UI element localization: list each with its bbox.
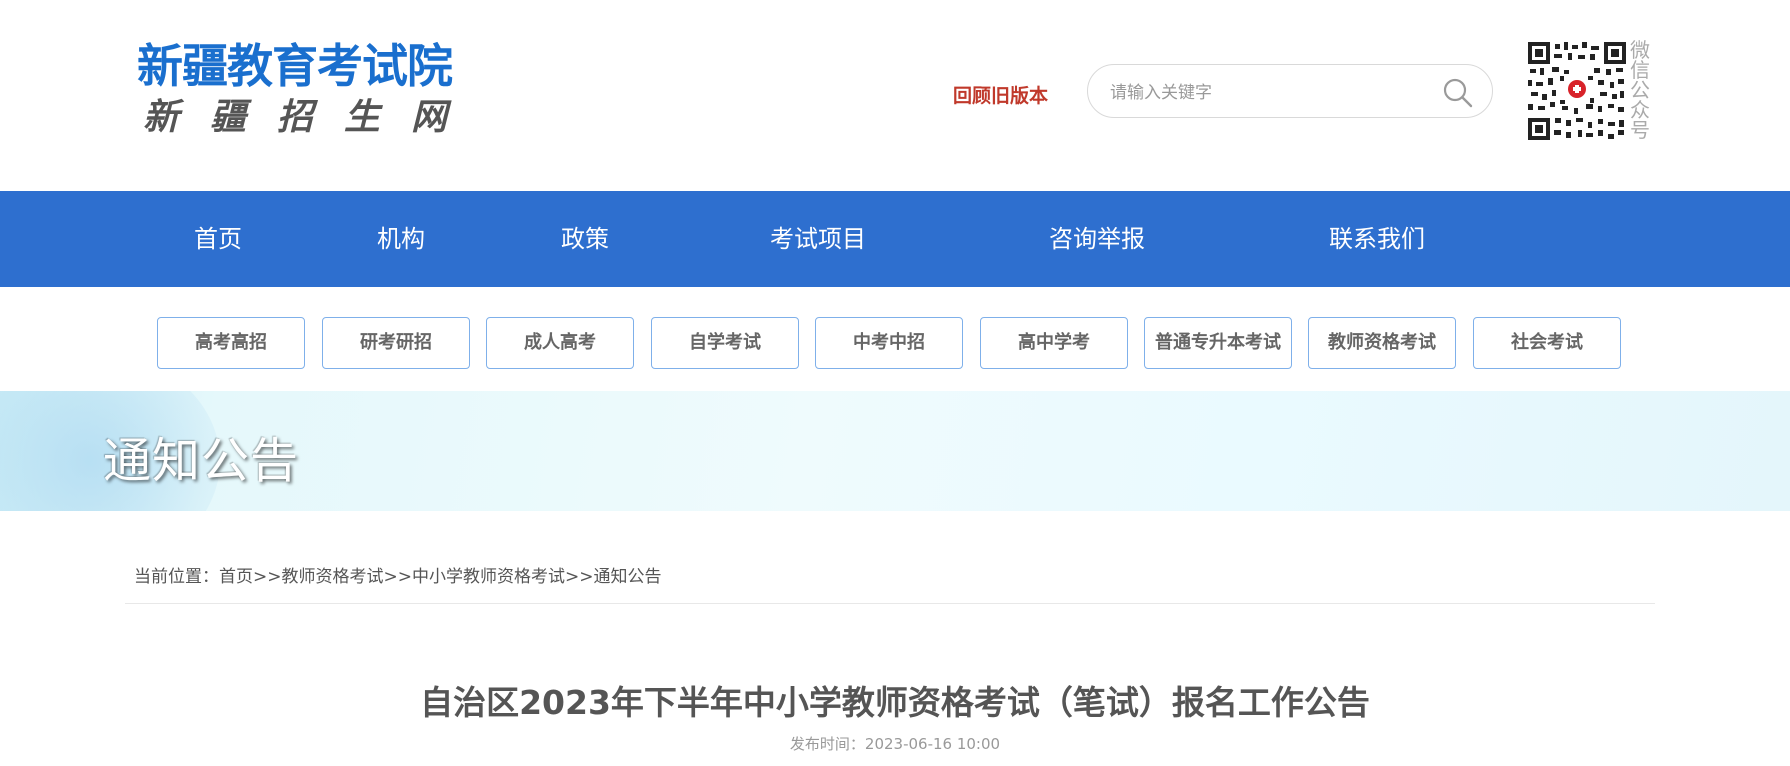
nav-item-contact[interactable]: 联系我们 bbox=[1329, 191, 1425, 287]
main-nav: 首页 机构 政策 考试项目 咨询举报 联系我们 bbox=[0, 191, 1790, 287]
breadcrumb: 当前位置：首页>>教师资格考试>>中小学教师资格考试>>通知公告 bbox=[134, 562, 662, 587]
nav-item-consult-report[interactable]: 咨询举报 bbox=[1049, 191, 1145, 287]
site-logo[interactable]: 新疆教育考试院 新疆招生网 bbox=[137, 38, 457, 148]
article-title: 自治区2023年下半年中小学教师资格考试（笔试）报名工作公告 bbox=[420, 683, 1370, 722]
breadcrumb-prefix: 当前位置： bbox=[134, 567, 219, 587]
breadcrumb-teacher-exam[interactable]: 教师资格考试 bbox=[282, 567, 384, 587]
exam-category-nav: 高考高招 研考研招 成人高考 自学考试 中考中招 高中学考 普通专升本考试 教师… bbox=[0, 317, 1790, 371]
category-self-study[interactable]: 自学考试 bbox=[651, 317, 799, 369]
logo-title: 新疆教育考试院 bbox=[137, 39, 453, 93]
qr-label: 微信公众号 bbox=[1630, 38, 1650, 142]
nav-item-organization[interactable]: 机构 bbox=[377, 191, 425, 287]
breadcrumb-separator: >> bbox=[253, 567, 282, 587]
breadcrumb-notices[interactable]: 通知公告 bbox=[594, 567, 662, 587]
site-header: 新疆教育考试院 新疆招生网 回顾旧版本 微信公众号 bbox=[0, 0, 1790, 191]
nav-item-home[interactable]: 首页 bbox=[194, 191, 242, 287]
search-box bbox=[1087, 64, 1493, 118]
section-banner: 通知公告 bbox=[0, 391, 1790, 511]
search-icon[interactable] bbox=[1442, 77, 1474, 109]
breadcrumb-divider bbox=[125, 603, 1655, 604]
breadcrumb-separator: >> bbox=[383, 567, 413, 587]
category-high-school[interactable]: 高中学考 bbox=[980, 317, 1128, 369]
nav-item-exams[interactable]: 考试项目 bbox=[770, 191, 866, 287]
old-version-link[interactable]: 回顾旧版本 bbox=[953, 81, 1048, 108]
category-graduate[interactable]: 研考研招 bbox=[322, 317, 470, 369]
category-adult[interactable]: 成人高考 bbox=[486, 317, 634, 369]
category-upgrade[interactable]: 普通专升本考试 bbox=[1144, 317, 1292, 369]
category-teacher[interactable]: 教师资格考试 bbox=[1308, 317, 1456, 369]
nav-item-policy[interactable]: 政策 bbox=[561, 191, 609, 287]
category-gaokao[interactable]: 高考高招 bbox=[157, 317, 305, 369]
category-social[interactable]: 社会考试 bbox=[1473, 317, 1621, 369]
breadcrumb-primary-secondary[interactable]: 中小学教师资格考试 bbox=[412, 567, 565, 587]
breadcrumb-separator: >> bbox=[565, 567, 594, 587]
qr-code-icon bbox=[1528, 42, 1626, 140]
logo-subtitle: 新疆招生网 bbox=[143, 96, 479, 138]
publish-time: 发布时间：2023-06-16 10:00 bbox=[789, 735, 1001, 753]
banner-title: 通知公告 bbox=[103, 433, 300, 489]
search-input[interactable] bbox=[1108, 77, 1432, 109]
category-zhongkao[interactable]: 中考中招 bbox=[815, 317, 963, 369]
breadcrumb-home[interactable]: 首页 bbox=[219, 567, 253, 587]
